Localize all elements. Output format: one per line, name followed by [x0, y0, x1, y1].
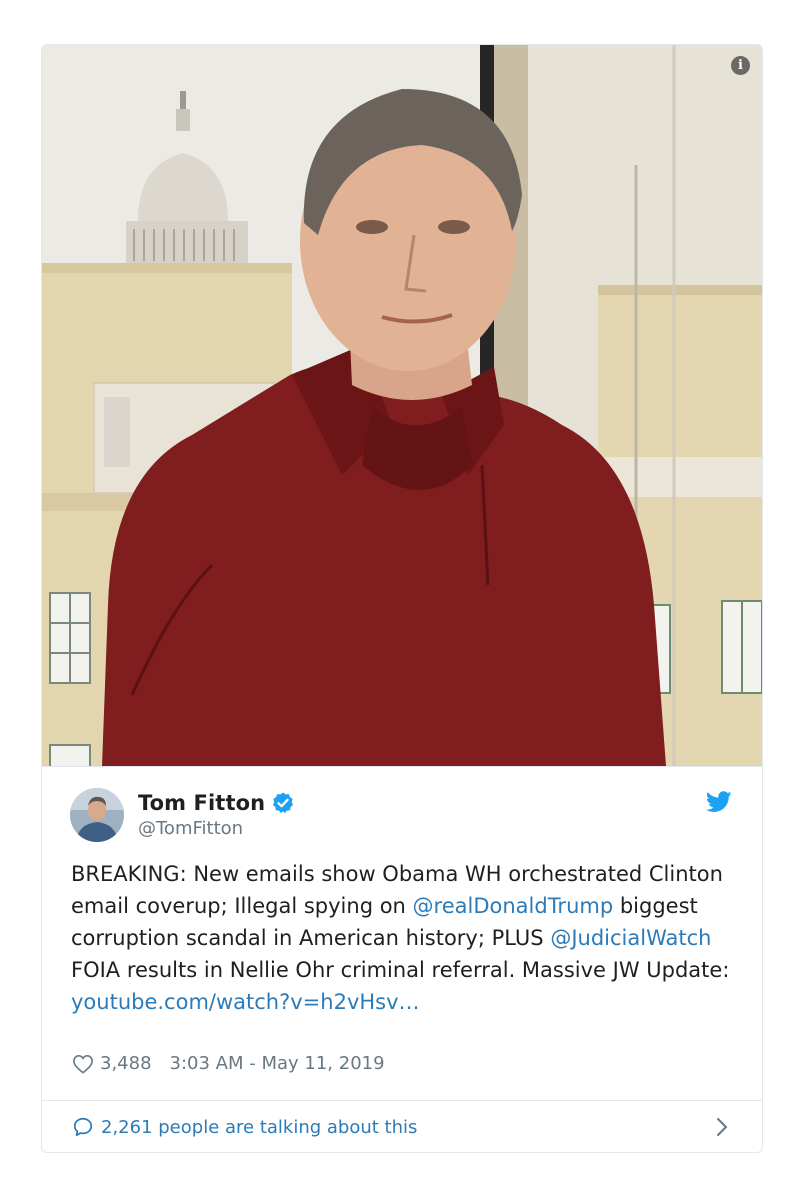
like-count[interactable]: 3,488	[100, 1053, 152, 1074]
photo-illustration	[42, 45, 762, 766]
heart-icon[interactable]	[72, 1054, 94, 1074]
mention-judicialwatch-link[interactable]: @JudicialWatch	[550, 926, 711, 950]
youtube-link[interactable]: youtube.com/watch?v=h2vHsv…	[71, 990, 420, 1014]
speech-bubble-icon	[73, 1117, 93, 1137]
tweet-timestamp[interactable]: 3:03 AM - May 11, 2019	[170, 1053, 385, 1074]
author-name[interactable]: Tom Fitton	[138, 791, 265, 815]
info-icon[interactable]: i	[731, 56, 750, 75]
tweet-photo[interactable]: i	[42, 45, 762, 766]
tweet-meta: 3,488 3:03 AM - May 11, 2019	[72, 1053, 385, 1074]
tweet-body: Tom Fitton @TomFitton BREAKING: New emai…	[42, 766, 762, 1152]
author-row[interactable]: Tom Fitton	[138, 791, 295, 815]
mention-realdonaldtrump-link[interactable]: @realDonaldTrump	[413, 894, 614, 918]
talking-about-link[interactable]: 2,261 people are talking about this	[42, 1101, 762, 1152]
talking-about-text[interactable]: 2,261 people are talking about this	[101, 1117, 417, 1138]
chevron-right-icon[interactable]	[716, 1117, 728, 1137]
author-handle[interactable]: @TomFitton	[138, 818, 243, 839]
twitter-bird-icon[interactable]	[706, 791, 732, 813]
avatar[interactable]	[70, 788, 124, 842]
tweet-text: BREAKING: New emails show Obama WH orche…	[71, 858, 731, 1018]
embedded-tweet-card: i Tom Fitton @TomFitton BREAKING: New em…	[41, 44, 763, 1153]
tweet-text-part: FOIA results in Nellie Ohr criminal refe…	[71, 958, 730, 982]
verified-badge-icon	[273, 792, 294, 813]
